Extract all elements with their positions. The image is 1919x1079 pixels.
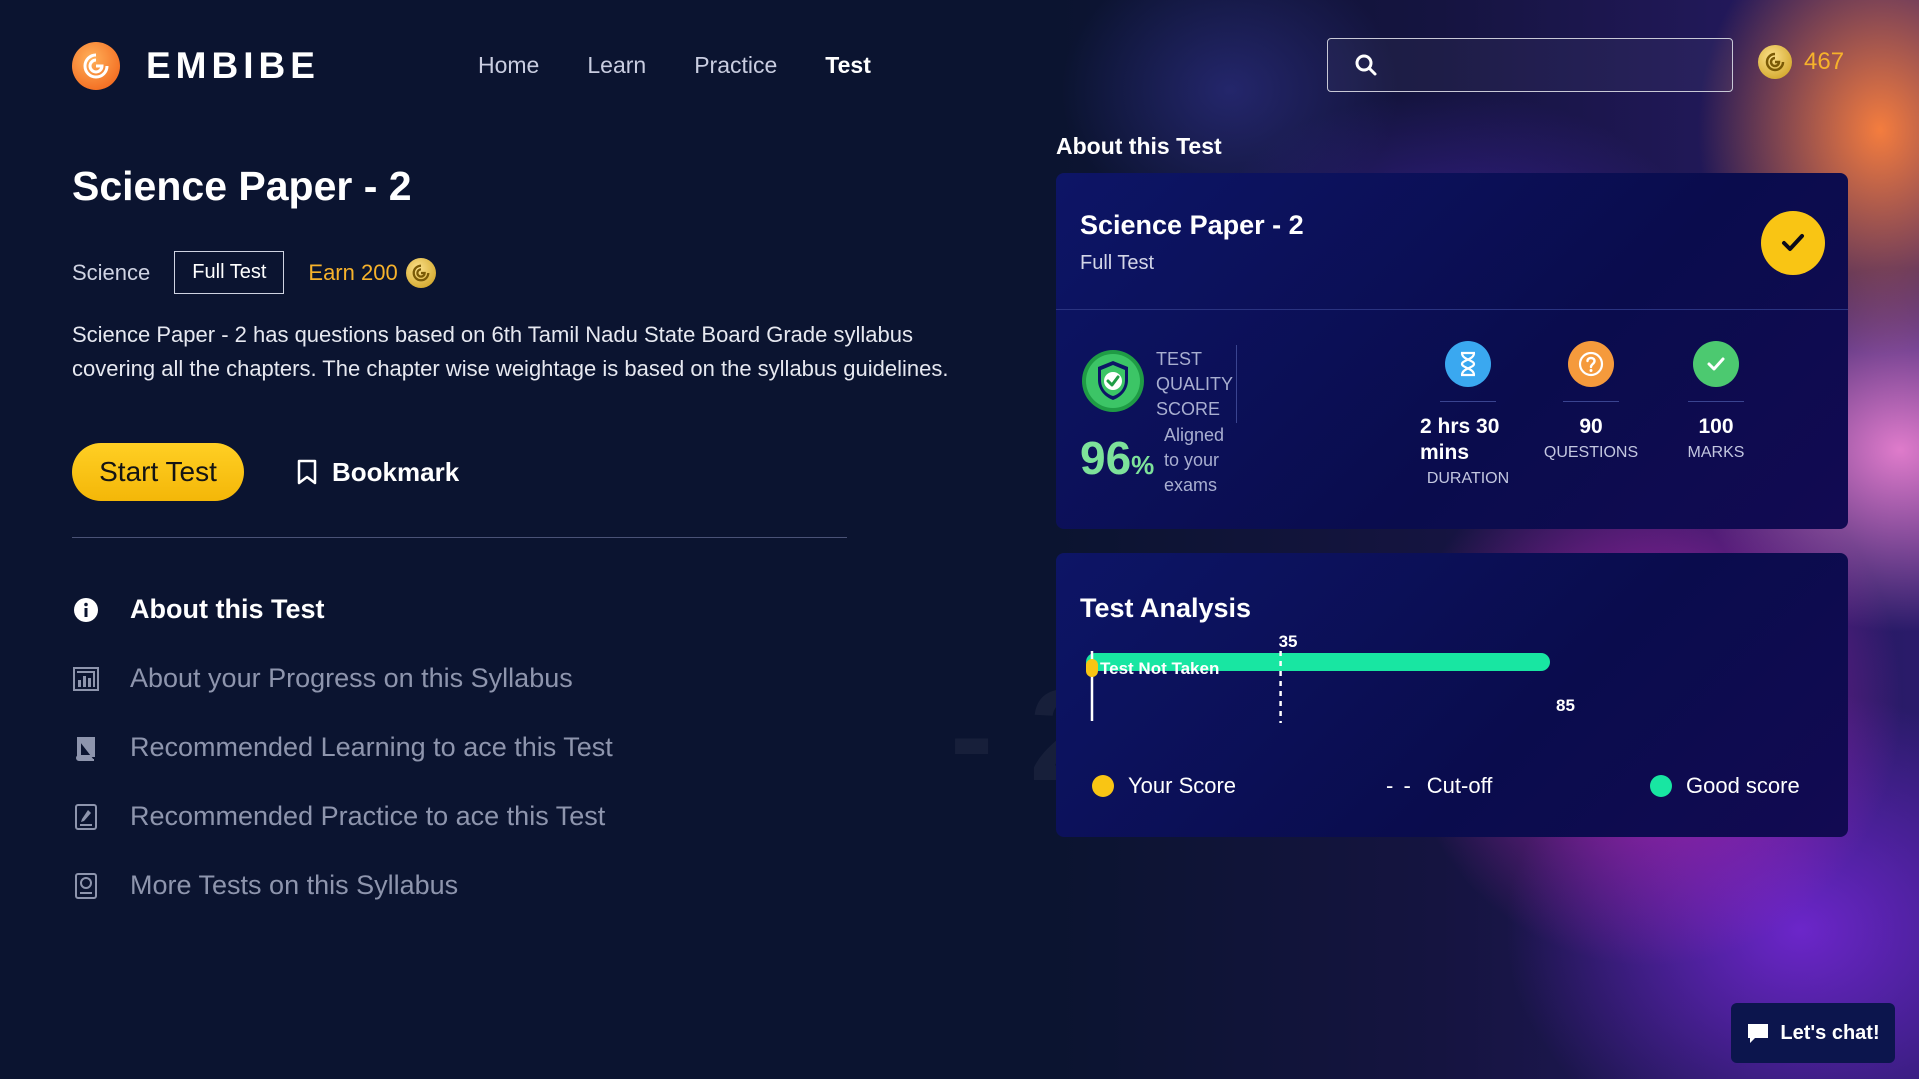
aligned-line: Aligned xyxy=(1164,425,1225,445)
menu-item-learning[interactable]: Recommended Learning to ace this Test xyxy=(72,713,613,782)
coin-balance[interactable]: 467 xyxy=(1758,45,1844,79)
quality-divider xyxy=(1236,345,1237,423)
test-sheet-icon xyxy=(72,872,100,900)
cutoff-label: 35 xyxy=(1279,632,1298,651)
chat-button[interactable]: Let's chat! xyxy=(1731,1003,1895,1063)
menu-item-practice[interactable]: Recommended Practice to ace this Test xyxy=(72,782,613,851)
section-menu: About this Test About your Progress on t… xyxy=(72,575,613,920)
test-analysis-card: Test Analysis 85 35 Test Not Taken Your Sc… xyxy=(1056,553,1848,837)
menu-item-progress[interactable]: About your Progress on this Syllabus xyxy=(72,644,613,713)
stat-divider xyxy=(1563,401,1619,402)
menu-item-more-tests[interactable]: More Tests on this Syllabus xyxy=(72,851,613,920)
legend-label: Good score xyxy=(1686,773,1800,798)
your-score-dot xyxy=(1092,775,1114,797)
info-icon xyxy=(72,596,100,624)
bookmark-label: Bookmark xyxy=(332,456,460,487)
stat-value-line: 2 hrs 30 xyxy=(1420,415,1500,438)
stat-value: 2 hrs 30 mins xyxy=(1418,414,1518,466)
check-circle-icon xyxy=(1693,341,1739,387)
chat-bubble-icon xyxy=(1748,1024,1769,1043)
chat-label: Let's chat! xyxy=(1780,1021,1880,1044)
menu-item-label: Recommended Learning to ace this Test xyxy=(130,732,613,762)
quality-label-line: SCORE xyxy=(1156,399,1221,419)
test-description: Science Paper - 2 has questions based on… xyxy=(72,322,949,381)
main-nav: Home Learn Practice Test xyxy=(478,52,871,79)
stat-divider xyxy=(1688,401,1744,402)
logo-text: EMBIBE xyxy=(146,45,320,86)
coin-count: 467 xyxy=(1804,48,1845,75)
stat-value: 90 xyxy=(1579,415,1603,438)
quality-percent: 96 xyxy=(1080,432,1132,484)
nav-test[interactable]: Test xyxy=(825,52,871,79)
progress-chart-icon xyxy=(72,665,100,693)
legend-cutoff: - - Cut-off xyxy=(1386,773,1492,799)
aligned-line: exams xyxy=(1164,475,1218,495)
menu-item-label: Recommended Practice to ace this Test xyxy=(130,801,606,831)
stat-label: QUESTIONS xyxy=(1543,444,1639,461)
aligned-line: to your xyxy=(1164,450,1220,470)
quality-label-line: TEST xyxy=(1156,349,1203,369)
menu-item-about-test[interactable]: About this Test xyxy=(72,575,613,644)
earn-label: Earn 200 xyxy=(308,259,398,285)
good-score-dot xyxy=(1650,775,1672,797)
legend-label: Cut-off xyxy=(1426,773,1493,798)
hourglass-icon xyxy=(1445,341,1491,387)
card-title: Science Paper - 2 xyxy=(1080,210,1304,240)
quality-score-label: TEST QUALITY SCORE xyxy=(1156,347,1233,422)
nav-practice[interactable]: Practice xyxy=(694,52,777,79)
menu-item-label: More Tests on this Syllabus xyxy=(130,870,459,900)
stat-marks: 100 MARKS xyxy=(1666,341,1766,462)
section-divider xyxy=(72,537,847,538)
book-icon xyxy=(72,734,100,762)
legend-good-score: Good score xyxy=(1650,773,1800,799)
legend-label: Your Score xyxy=(1128,773,1237,798)
quality-label-line: QUALITY xyxy=(1156,374,1234,394)
test-tags: Science Full Test Earn 200 xyxy=(72,251,436,294)
test-actions: Start Test Bookmark xyxy=(72,443,459,501)
stat-label: DURATION xyxy=(1426,470,1510,487)
aligned-caption: Aligned to your exams xyxy=(1164,423,1224,498)
shield-check-icon xyxy=(1082,350,1144,412)
menu-item-label: About this Test xyxy=(130,594,325,624)
search-icon xyxy=(1355,54,1377,76)
coin-icon xyxy=(1758,45,1792,79)
practice-sheet-icon xyxy=(72,803,100,831)
bookmark-icon xyxy=(297,459,317,485)
checkmark-icon xyxy=(1761,211,1825,275)
embibe-logo[interactable]: EMBIBE xyxy=(72,42,320,90)
stat-label: MARKS xyxy=(1687,444,1745,461)
percent-sign: % xyxy=(1131,450,1155,480)
about-heading: About this Test xyxy=(1056,133,1222,159)
stat-questions: 90 QUESTIONS xyxy=(1536,341,1646,462)
test-type-badge: Full Test xyxy=(174,251,285,294)
your-score-status: Test Not Taken xyxy=(1100,659,1219,678)
stat-value: 100 xyxy=(1698,415,1734,438)
stat-duration: 2 hrs 30 mins DURATION xyxy=(1418,341,1518,488)
bookmark-button[interactable]: Bookmark xyxy=(296,457,459,488)
search-input[interactable] xyxy=(1327,38,1733,92)
start-test-button[interactable]: Start Test xyxy=(72,443,244,501)
question-icon xyxy=(1568,341,1614,387)
card-divider xyxy=(1056,309,1848,310)
embibe-logo-icon xyxy=(72,42,120,90)
coin-icon xyxy=(405,257,436,288)
test-summary-card: Science Paper - 2 Full Test TEST QUALITY… xyxy=(1056,173,1848,529)
card-subtitle: Full Test xyxy=(1080,252,1155,274)
nav-home[interactable]: Home xyxy=(478,52,539,79)
earn-coins: Earn 200 xyxy=(308,257,436,288)
page-title: Science Paper - 2 xyxy=(72,163,412,209)
your-score-marker xyxy=(1086,659,1098,677)
stat-value-line: mins xyxy=(1420,441,1470,464)
menu-item-label: About your Progress on this Syllabus xyxy=(130,663,573,693)
cutoff-dash-icon: - - xyxy=(1386,773,1413,798)
legend-your-score: Your Score xyxy=(1092,773,1236,799)
stat-divider xyxy=(1440,401,1496,402)
nav-learn[interactable]: Learn xyxy=(587,52,646,79)
quality-score-value: 96% xyxy=(1080,431,1154,485)
good-score-label: 85 xyxy=(1556,696,1575,715)
subject-label: Science xyxy=(72,259,151,285)
